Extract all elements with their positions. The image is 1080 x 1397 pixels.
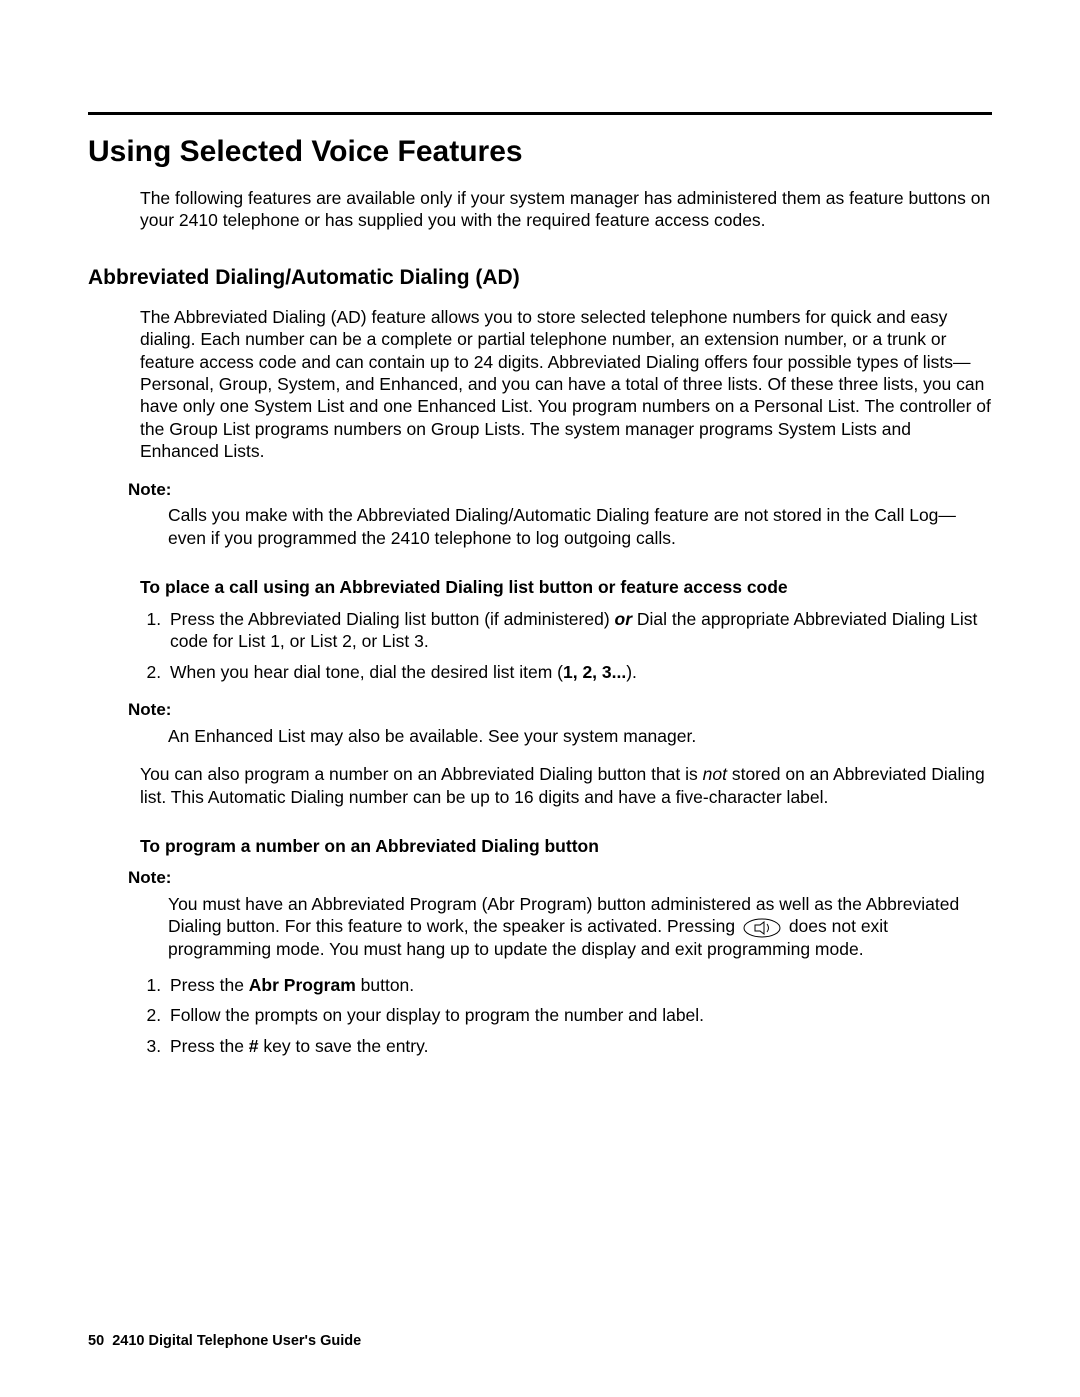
note-block-3: Note: You must have an Abbreviated Progr… (128, 867, 992, 960)
note-label: Note: (128, 867, 992, 889)
italic-not: not (703, 764, 727, 784)
paragraph: You can also program a number on an Abbr… (140, 763, 992, 808)
page-number: 50 (88, 1333, 104, 1349)
note-block-2: Note: An Enhanced List may also be avail… (128, 699, 992, 747)
speaker-button-icon (743, 918, 781, 938)
horizontal-rule (88, 112, 992, 115)
step-bold: Abr Program (249, 975, 356, 995)
page-footer: 50 2410 Digital Telephone User's Guide (88, 1333, 361, 1349)
note-label: Note: (128, 479, 992, 501)
subheading-place-call: To place a call using an Abbreviated Dia… (140, 577, 992, 598)
steps-list-2: Press the Abr Program button. Follow the… (140, 974, 992, 1057)
note-text: An Enhanced List may also be available. … (168, 725, 992, 747)
subheading-program-number: To program a number on an Abbreviated Di… (140, 836, 992, 857)
step-item: Follow the prompts on your display to pr… (166, 1004, 992, 1026)
paragraph-text: You can also program a number on an Abbr… (140, 764, 703, 784)
note-label: Note: (128, 699, 992, 721)
step-item: Press the # key to save the entry. (166, 1035, 992, 1057)
step-item: When you hear dial tone, dial the desire… (166, 661, 992, 683)
doc-title: 2410 Digital Telephone User's Guide (112, 1333, 361, 1349)
note-text: You must have an Abbreviated Program (Ab… (168, 893, 992, 960)
steps-list-1: Press the Abbreviated Dialing list butto… (140, 608, 992, 683)
step-text: ). (626, 662, 637, 682)
step-bold: 1, 2, 3... (563, 662, 626, 682)
step-text: Press the (170, 975, 249, 995)
step-text: Press the (170, 1036, 249, 1056)
document-page: Using Selected Voice Features The follow… (0, 0, 1080, 1397)
step-text: When you hear dial tone, dial the desire… (170, 662, 563, 682)
note-text: Calls you make with the Abbreviated Dial… (168, 504, 992, 549)
step-bold: # (249, 1036, 259, 1056)
page-title: Using Selected Voice Features (88, 135, 992, 169)
intro-paragraph: The following features are available onl… (140, 187, 992, 232)
step-item: Press the Abbreviated Dialing list butto… (166, 608, 992, 653)
step-or: or (615, 609, 633, 629)
step-text: key to save the entry. (259, 1036, 429, 1056)
step-text: button. (356, 975, 414, 995)
step-item: Press the Abr Program button. (166, 974, 992, 996)
step-text: Press the Abbreviated Dialing list butto… (170, 609, 615, 629)
section-body: The Abbreviated Dialing (AD) feature all… (140, 306, 992, 463)
note-block-1: Note: Calls you make with the Abbreviate… (128, 479, 992, 550)
section-heading-ad: Abbreviated Dialing/Automatic Dialing (A… (88, 266, 992, 290)
